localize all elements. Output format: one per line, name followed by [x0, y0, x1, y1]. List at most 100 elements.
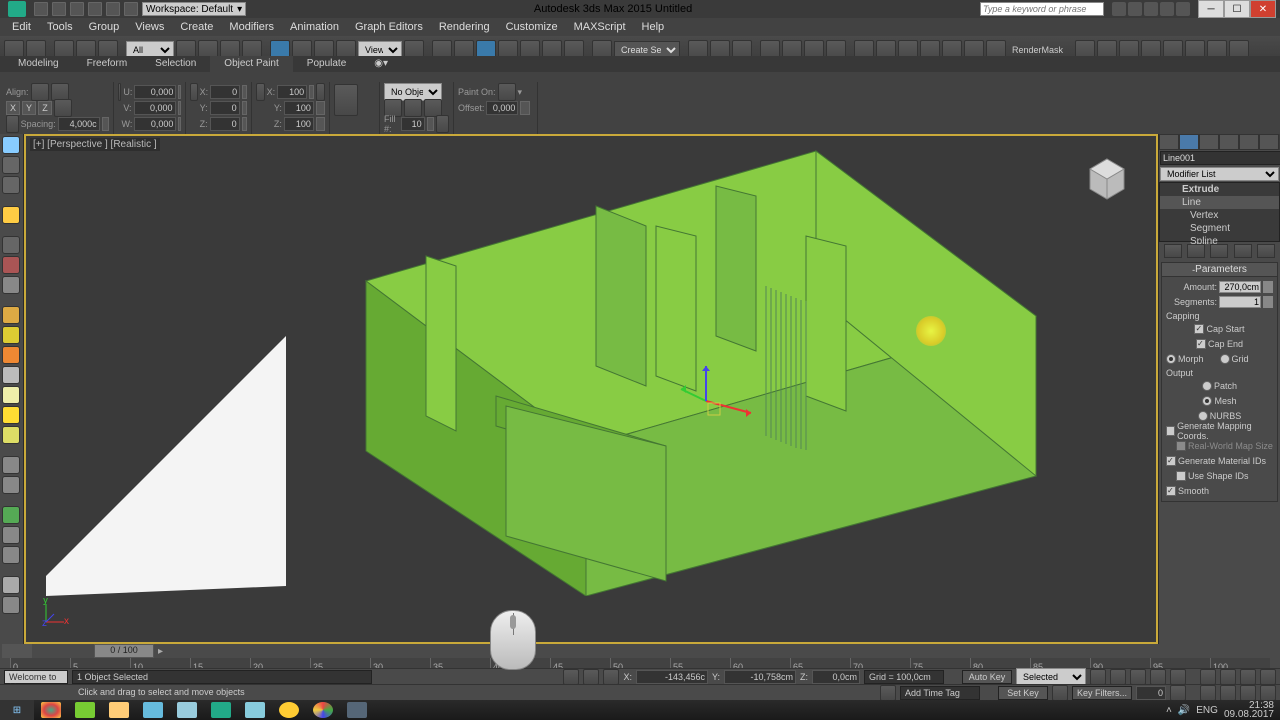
play-next[interactable]: [1150, 669, 1166, 685]
qat-open-icon[interactable]: [52, 2, 66, 16]
z-input[interactable]: [210, 117, 240, 131]
task-utorrent[interactable]: [69, 700, 101, 720]
modifier-list-dd[interactable]: Modifier List: [1160, 167, 1279, 181]
task-app5[interactable]: [307, 700, 339, 720]
segments-input[interactable]: [1219, 296, 1261, 308]
lock2-icon[interactable]: [583, 669, 599, 685]
z-coord[interactable]: [812, 670, 860, 684]
lt-21[interactable]: [2, 596, 20, 614]
tray-net-icon[interactable]: 🔊: [1178, 705, 1190, 716]
grid-rb[interactable]: [1220, 354, 1230, 364]
set-key-button[interactable]: Set Key: [998, 686, 1048, 700]
y-toggle[interactable]: Y: [22, 101, 36, 115]
task-app4[interactable]: [273, 700, 305, 720]
menu-rendering[interactable]: Rendering: [431, 19, 498, 35]
task-chrome[interactable]: [35, 700, 67, 720]
lt-14[interactable]: [2, 426, 20, 444]
lt-3[interactable]: [2, 176, 20, 194]
cp-utilities-tab[interactable]: [1259, 134, 1279, 150]
menu-group[interactable]: Group: [81, 19, 128, 35]
tray-clock[interactable]: 21:3809.08.2017: [1224, 701, 1274, 719]
menu-create[interactable]: Create: [172, 19, 221, 35]
stack-line[interactable]: Line: [1160, 196, 1279, 209]
amount-spinner[interactable]: [1263, 281, 1273, 293]
mesh-rb[interactable]: [1202, 396, 1212, 406]
cap-start-cb[interactable]: [1194, 324, 1204, 334]
play[interactable]: [1130, 669, 1146, 685]
patch-rb[interactable]: [1202, 381, 1212, 391]
play-start[interactable]: [1090, 669, 1106, 685]
qat-new-icon[interactable]: [34, 2, 48, 16]
x-toggle[interactable]: X: [6, 101, 20, 115]
x2-input[interactable]: [277, 85, 307, 99]
tray-lang[interactable]: ENG: [1196, 705, 1218, 716]
menu-views[interactable]: Views: [127, 19, 172, 35]
qat-undo-icon[interactable]: [88, 2, 102, 16]
modifier-stack[interactable]: Extrude Line Vertex Segment Spline: [1159, 182, 1280, 242]
menu-edit[interactable]: Edit: [4, 19, 39, 35]
paint-on-btn[interactable]: [498, 83, 516, 101]
remove-mod-button[interactable]: [1234, 244, 1252, 258]
sp-btn[interactable]: [6, 115, 19, 133]
key-icon[interactable]: [1052, 685, 1068, 701]
nav-4[interactable]: [1260, 669, 1276, 685]
task-3dsmax[interactable]: [205, 700, 237, 720]
play-prev[interactable]: [1110, 669, 1126, 685]
menu-maxscript[interactable]: MAXScript: [566, 19, 634, 35]
qat-redo-icon[interactable]: [106, 2, 120, 16]
close-button[interactable]: ✕: [1250, 0, 1276, 18]
star-icon[interactable]: [1128, 2, 1142, 16]
qat-link-icon[interactable]: [124, 2, 138, 16]
frame-input[interactable]: [1136, 686, 1166, 700]
lt-4[interactable]: [2, 206, 20, 224]
play-end[interactable]: [1170, 669, 1186, 685]
time-slider-thumb[interactable]: 0 / 100: [94, 644, 154, 658]
lt-10[interactable]: [2, 346, 20, 364]
brush-icon[interactable]: [334, 84, 358, 116]
v-input[interactable]: [134, 101, 176, 115]
align-tool-1[interactable]: [31, 83, 49, 101]
tab-freeform[interactable]: Freeform: [73, 56, 142, 72]
nav-7[interactable]: [1240, 685, 1256, 701]
viewport[interactable]: [+] [Perspective ] [Realistic ]: [24, 134, 1158, 644]
lt-2[interactable]: [2, 156, 20, 174]
lt-5[interactable]: [2, 236, 20, 254]
workspace-dropdown[interactable]: Workspace: Default▾: [142, 2, 246, 16]
cap-end-cb[interactable]: [1196, 339, 1206, 349]
stack-segment[interactable]: Segment: [1160, 222, 1279, 235]
lnk-btn[interactable]: [316, 83, 325, 101]
tab-extra[interactable]: ◉▾: [360, 56, 402, 72]
gen-map-cb[interactable]: [1166, 426, 1175, 436]
tag-icon[interactable]: [880, 685, 896, 701]
lt-9[interactable]: [2, 326, 20, 344]
use-shape-cb[interactable]: [1176, 471, 1186, 481]
z-toggle[interactable]: Z: [38, 101, 52, 115]
task-app2[interactable]: [171, 700, 203, 720]
stack-vertex[interactable]: Vertex: [1160, 209, 1279, 222]
lt-16[interactable]: [2, 476, 20, 494]
comm-icon[interactable]: [1144, 2, 1158, 16]
key-target-dd[interactable]: Selected: [1016, 668, 1086, 686]
pin-stack-button[interactable]: [1164, 244, 1182, 258]
menu-animation[interactable]: Animation: [282, 19, 347, 35]
cp-display-tab[interactable]: [1239, 134, 1259, 150]
rollout-header[interactable]: - Parameters: [1162, 263, 1277, 277]
lt-20[interactable]: [2, 576, 20, 594]
u-input[interactable]: [134, 85, 176, 99]
gen-mat-cb[interactable]: [1166, 456, 1176, 466]
x-input[interactable]: [210, 85, 240, 99]
menu-customize[interactable]: Customize: [498, 19, 566, 35]
task-app1[interactable]: [137, 700, 169, 720]
help2-icon[interactable]: [1176, 2, 1190, 16]
qat-save-icon[interactable]: [70, 2, 84, 16]
nav-6[interactable]: [1220, 685, 1236, 701]
viewcube[interactable]: [1082, 154, 1132, 204]
menu-help[interactable]: Help: [634, 19, 673, 35]
time-cfg[interactable]: [1170, 685, 1186, 701]
cp-modify-tab[interactable]: [1179, 134, 1199, 150]
fill-input[interactable]: [401, 117, 425, 131]
object-name-input[interactable]: [1160, 151, 1280, 165]
nav-5[interactable]: [1200, 685, 1216, 701]
x-coord[interactable]: [636, 670, 708, 684]
timeline-cfg[interactable]: [2, 644, 32, 658]
